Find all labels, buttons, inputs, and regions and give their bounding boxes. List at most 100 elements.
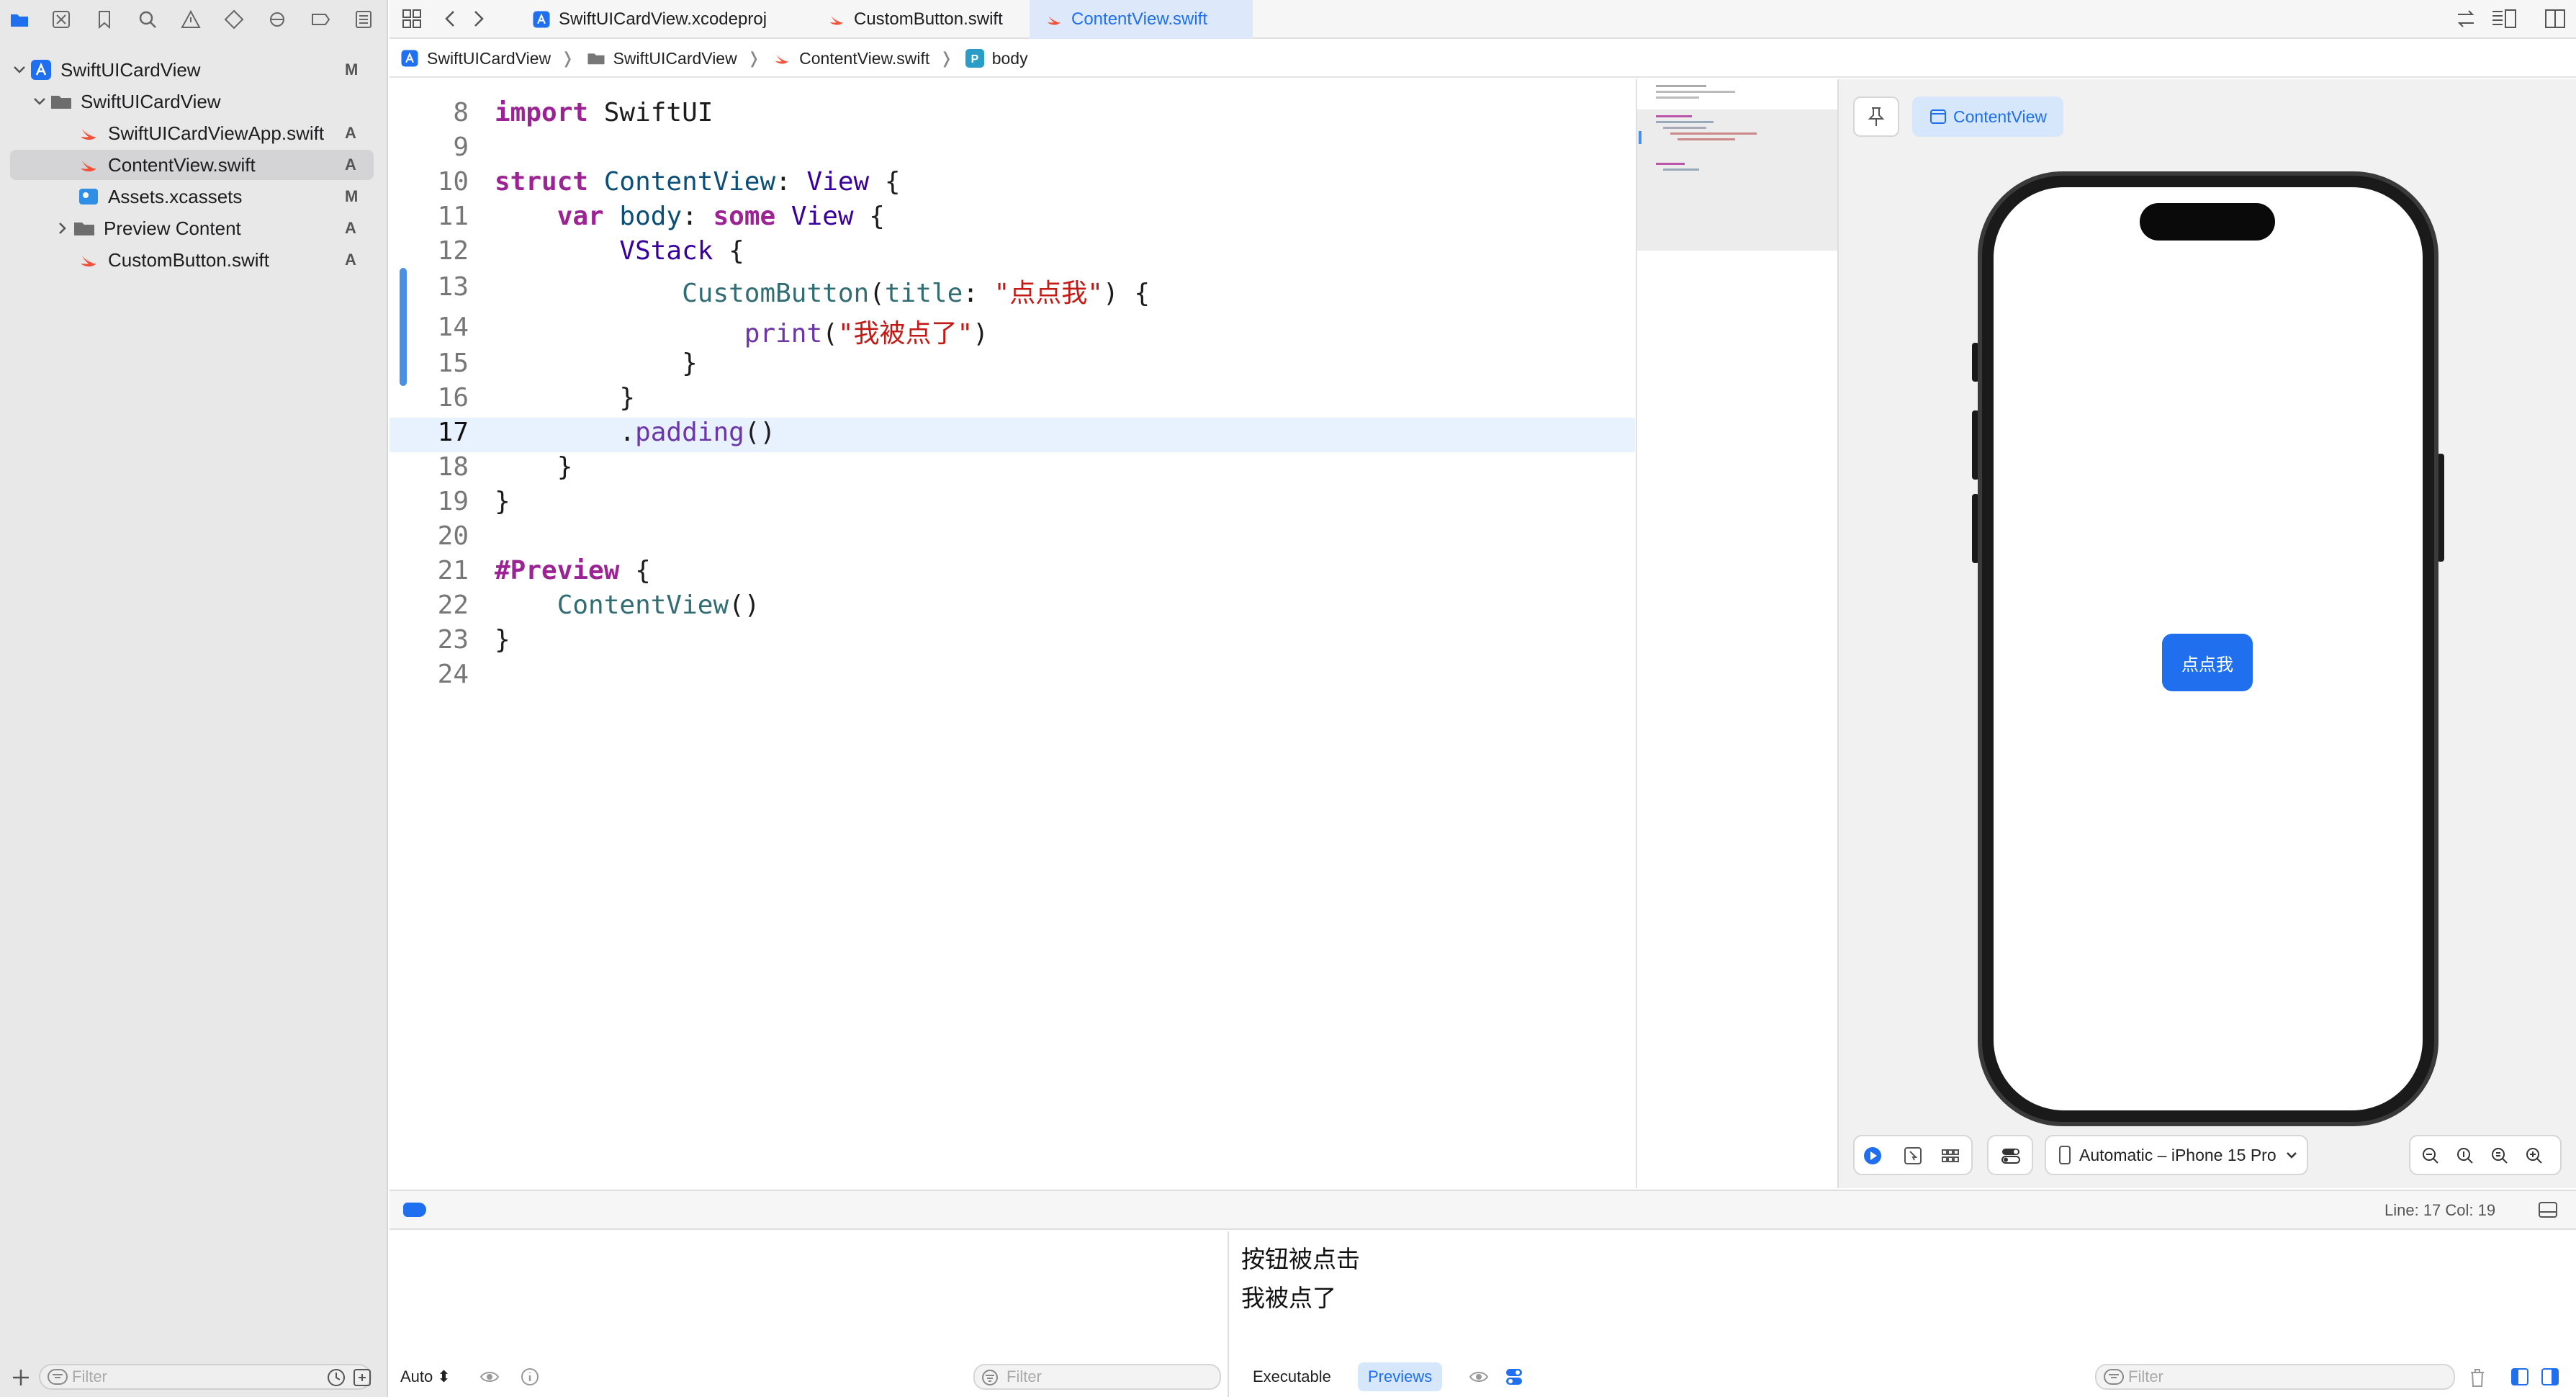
console-tab-executable[interactable]: Executable [1253, 1367, 1331, 1386]
code-line: ContentView() [557, 590, 760, 620]
source-control-filter-icon[interactable] [351, 1367, 373, 1388]
pin-button[interactable] [1853, 96, 1899, 137]
chevron-right-icon[interactable] [53, 219, 72, 238]
zoom-controls [2409, 1135, 2562, 1175]
swift-file-icon [829, 16, 844, 25]
hide-debug-icon[interactable] [2537, 1200, 2559, 1220]
navigator-item-label: CustomButton.swift [108, 248, 269, 271]
navigator-item-group[interactable]: SwiftUICardView [30, 86, 374, 117]
grid-icon[interactable] [400, 7, 423, 30]
zoom-fit-icon[interactable] [2490, 1146, 2510, 1166]
line-number: 14 [437, 313, 469, 342]
show-variables-icon[interactable] [2510, 1367, 2530, 1387]
pin-icon [1868, 107, 1885, 126]
line-number: 17 [437, 418, 469, 447]
auto-label: Auto [400, 1367, 433, 1385]
tab-label: ContentView.swift [1071, 9, 1207, 29]
chevron-down-icon[interactable] [10, 60, 29, 79]
zoom-actual-icon[interactable] [2455, 1146, 2475, 1166]
navigator-item-contentview[interactable]: ContentView.swift A [10, 150, 374, 180]
status-badge: A [345, 124, 356, 142]
forward-icon[interactable] [468, 7, 488, 30]
eye-icon[interactable] [1469, 1367, 1489, 1387]
navigator-item-assets[interactable]: Assets.xcassets M [76, 181, 374, 212]
assets-icon [79, 189, 98, 205]
tab-custombutton[interactable]: CustomButton.swift [812, 0, 1017, 39]
report-icon[interactable] [350, 6, 377, 33]
live-play-icon[interactable] [1862, 1145, 1883, 1167]
bookmark-icon[interactable] [91, 6, 118, 33]
breadcrumb-label: ContentView.swift [799, 48, 930, 68]
preview-chip[interactable]: ContentView [1912, 96, 2063, 137]
breadcrumb-file[interactable]: ContentView.swift ❭ [772, 48, 953, 68]
folder-icon [74, 223, 94, 235]
line-number: 16 [437, 383, 469, 413]
navigator-item-custombutton[interactable]: CustomButton.swift A [76, 245, 374, 275]
code-line: VStack { [619, 236, 744, 266]
variables-filter-input[interactable]: Filter [973, 1364, 1221, 1390]
breadcrumb-symbol[interactable]: Pbody [965, 48, 1028, 68]
breakpoints-toggle-icon[interactable] [403, 1203, 426, 1217]
recent-files-icon[interactable] [325, 1367, 347, 1388]
status-badge: A [345, 156, 356, 174]
code-line: .padding() [495, 418, 776, 447]
navigator-item-preview-content[interactable]: Preview Content A [53, 213, 374, 243]
test-icon[interactable] [220, 6, 248, 33]
add-editor-icon[interactable] [2543, 7, 2567, 30]
preview-chip-label: ContentView [1953, 107, 2047, 126]
tab-label: CustomButton.swift [854, 9, 1003, 29]
debug-icon[interactable] [264, 6, 291, 33]
auto-selector[interactable]: Auto ⬍ [400, 1367, 451, 1386]
preview-settings-icon[interactable] [1505, 1367, 1523, 1387]
navigator-filter-input[interactable]: Filter [39, 1364, 371, 1390]
editor-options-icon[interactable] [2490, 7, 2518, 30]
back-icon[interactable] [441, 7, 461, 30]
filter-icon [981, 1369, 999, 1386]
warning-icon[interactable] [177, 6, 204, 33]
source-editor[interactable]: 8 9 10 11 12 13 14 15 16 17 18 19 20 21 22 23 24 import … [389, 79, 1635, 1188]
minimap-viewport[interactable] [1637, 109, 1839, 251]
filter-icon [2104, 1369, 2124, 1385]
chevron-down-icon [2286, 1152, 2297, 1159]
breadcrumb-project[interactable]: SwiftUICardView ❭ [400, 48, 575, 68]
breadcrumb-group[interactable]: SwiftUICardView ❭ [586, 48, 760, 68]
tab-xcodeproj[interactable]: SwiftUICardView.xcodeproj [517, 0, 781, 39]
line-number: 11 [437, 202, 469, 231]
device-settings-button[interactable] [1987, 1135, 2033, 1175]
trash-icon[interactable] [2468, 1367, 2487, 1388]
select-mode-icon[interactable] [1902, 1145, 1924, 1167]
line-number: 24 [437, 660, 469, 689]
breadcrumb-label: SwiftUICardView [427, 48, 551, 68]
search-icon[interactable] [134, 6, 161, 33]
eye-icon[interactable] [479, 1367, 500, 1387]
code-line: CustomButton(title: "点点我") { [682, 279, 1150, 308]
variants-icon[interactable] [1940, 1145, 1961, 1167]
console-filter-input[interactable]: Filter [2095, 1364, 2455, 1390]
filter-placeholder: Filter [1006, 1367, 1042, 1385]
line-number: 10 [437, 167, 469, 197]
swift-file-icon [1047, 16, 1061, 25]
zoom-out-icon[interactable] [2420, 1146, 2441, 1166]
navigator-item-project[interactable]: SwiftUICardView M [10, 55, 374, 85]
add-icon[interactable] [10, 1367, 32, 1388]
breakpoint-icon[interactable] [307, 6, 334, 33]
device-picker[interactable]: Automatic – iPhone 15 Pro [2045, 1135, 2308, 1175]
navigator-item-label: Assets.xcassets [108, 185, 243, 207]
navigator-item-app-file[interactable]: SwiftUICardViewApp.swift A [76, 118, 374, 148]
filter-placeholder: Filter [72, 1367, 107, 1385]
show-console-icon[interactable] [2540, 1367, 2560, 1387]
chevron-down-icon[interactable] [30, 92, 49, 111]
app-custom-button[interactable]: 点点我 [2162, 634, 2253, 691]
code-line: } [495, 349, 698, 378]
info-icon[interactable] [520, 1367, 540, 1387]
tab-contentview[interactable]: ContentView.swift [1030, 0, 1253, 39]
line-number: 12 [437, 236, 469, 266]
zoom-in-icon[interactable] [2524, 1146, 2544, 1166]
folder-icon[interactable] [6, 6, 33, 33]
source-control-icon[interactable] [48, 6, 75, 33]
line-number: 18 [437, 452, 469, 482]
minimap[interactable] [1636, 79, 1839, 1188]
related-items-icon[interactable] [2454, 7, 2478, 30]
xcode-project-icon [401, 50, 418, 67]
console-tab-previews[interactable]: Previews [1358, 1362, 1443, 1391]
